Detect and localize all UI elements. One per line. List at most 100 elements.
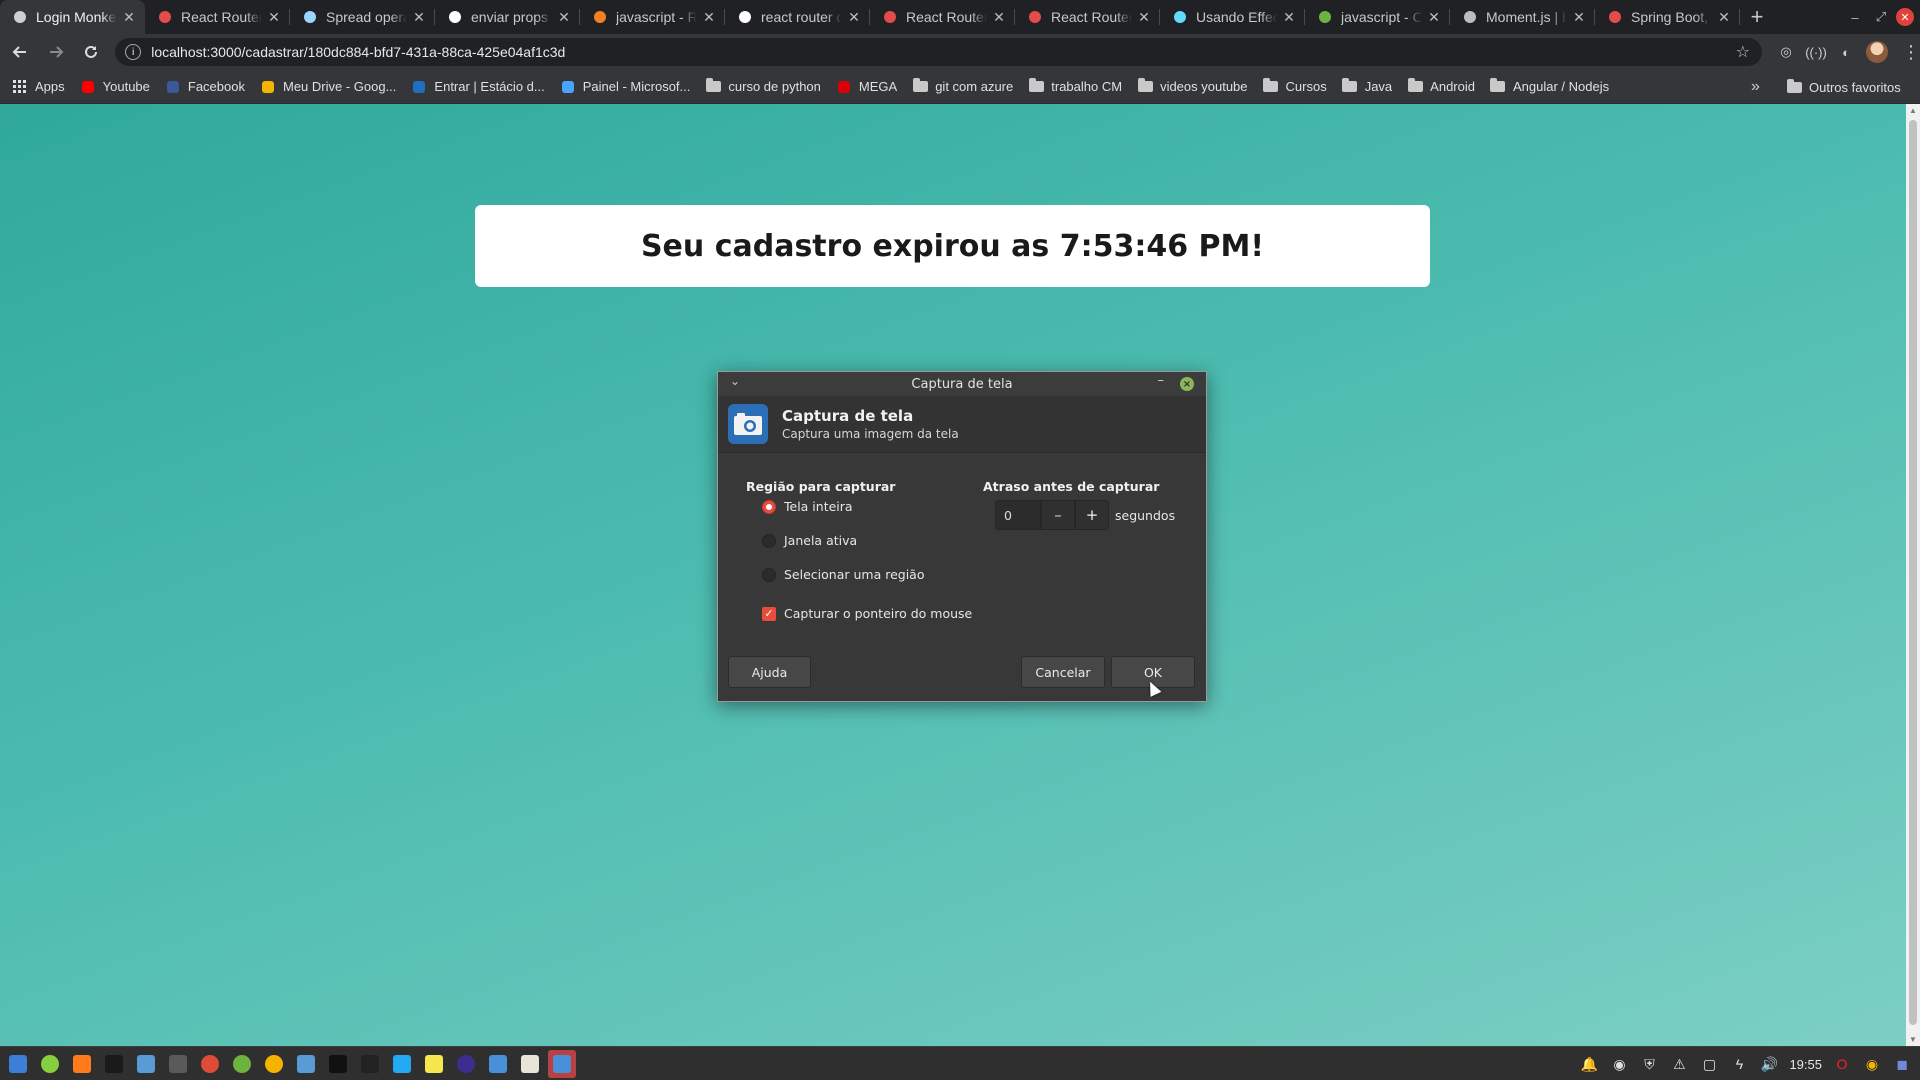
browser-tab[interactable]: Moment.js | H ✕ [1450,0,1595,34]
firefox-icon[interactable] [68,1050,96,1078]
browser-tab[interactable]: React Router ✕ [1015,0,1160,34]
info-icon[interactable]: i [125,44,142,60]
browser-tab[interactable]: Spread opera ✕ [290,0,435,34]
browser-tab[interactable]: Login Monkey ✕ [0,0,145,34]
close-tab-icon[interactable]: ✕ [556,9,572,25]
close-tab-icon[interactable]: ✕ [1281,9,1297,25]
bookmark-item[interactable]: curso de python [705,78,821,95]
chrome-tray-icon[interactable]: ◉ [1862,1054,1882,1074]
warning-icon[interactable]: ⚠ [1669,1054,1689,1074]
bookmark-item[interactable]: Apps [12,79,65,95]
files-icon[interactable] [132,1050,160,1078]
chrome-icon[interactable] [260,1050,288,1078]
decrement-button[interactable]: – [1041,500,1075,530]
browser-tab[interactable]: react router d ✕ [725,0,870,34]
volume-icon[interactable]: 🔊 [1759,1054,1779,1074]
bookmark-item[interactable]: videos youtube [1137,78,1248,95]
profile-avatar[interactable] [1866,41,1889,63]
radio-select-region[interactable]: Selecionar uma região [762,567,924,582]
close-tab-icon[interactable]: ✕ [701,9,717,25]
folder-icon[interactable] [292,1050,320,1078]
network-icon[interactable]: ▢ [1699,1054,1719,1074]
cancel-button[interactable]: Cancelar [1021,656,1105,688]
restore-window-icon[interactable]: ⤢ [1870,6,1892,28]
bookmark-item[interactable]: Android [1407,78,1475,95]
show-desktop-icon[interactable] [4,1050,32,1078]
calculator-icon[interactable] [164,1050,192,1078]
text-editor-icon[interactable] [516,1050,544,1078]
browser-tab[interactable]: javascript - Re ✕ [580,0,725,34]
terminal-icon[interactable] [324,1050,352,1078]
radio-button[interactable] [762,533,776,548]
radio-button[interactable] [762,567,776,582]
chrome-icon[interactable] [196,1050,224,1078]
close-tab-icon[interactable]: ✕ [1426,9,1442,25]
close-tab-icon[interactable]: ✕ [1136,9,1152,25]
bookmark-item[interactable]: Meu Drive - Goog... [260,79,396,95]
new-tab-button[interactable]: + [1740,0,1774,34]
capture-pointer-checkbox[interactable]: ✓ Capturar o ponteiro do mouse [762,606,972,621]
other-bookmarks[interactable]: Outros favoritos [1786,70,1901,104]
vscode-icon[interactable] [388,1050,416,1078]
dialog-titlebar[interactable]: ⌄ Captura de tela – × [718,372,1206,396]
minimize-window-icon[interactable]: – [1844,6,1866,28]
extension-signal-icon[interactable]: ((·)) [1805,42,1827,62]
opera-icon[interactable]: O [1832,1054,1852,1074]
notifications-icon[interactable]: 🔔 [1579,1054,1599,1074]
page-scrollbar[interactable]: ▲ ▼ [1906,104,1920,1046]
close-tab-icon[interactable]: ✕ [266,9,282,25]
power-icon[interactable]: ϟ [1729,1054,1749,1074]
back-button[interactable] [4,36,36,68]
address-bar[interactable]: i localhost:3000/cadastrar/180dc884-bfd7… [115,38,1763,66]
close-tab-icon[interactable]: ✕ [1571,9,1587,25]
checkmark-icon[interactable]: ✓ [762,606,776,621]
discord-tray-icon[interactable]: ◉ [1609,1054,1629,1074]
close-tab-icon[interactable]: ✕ [121,9,137,25]
close-button[interactable]: × [1180,377,1194,391]
minimize-button[interactable]: – [1158,373,1165,388]
bookmark-item[interactable]: Cursos [1263,78,1327,95]
bookmark-item[interactable]: git com azure [912,78,1013,95]
browser-tab[interactable]: React Router ✕ [145,0,290,34]
shield-icon[interactable]: ⛨ [1639,1054,1659,1074]
window-menu-icon[interactable]: ⌄ [730,374,740,388]
forward-button[interactable] [40,36,72,68]
mint-menu-icon[interactable] [36,1050,64,1078]
bookmark-item[interactable]: trabalho CM [1028,78,1122,95]
delay-input[interactable]: 0 [995,500,1041,530]
close-tab-icon[interactable]: ✕ [846,9,862,25]
clock[interactable]: 19:55 [1789,1057,1822,1072]
reload-button[interactable] [76,36,108,68]
leaf-icon[interactable] [228,1050,256,1078]
terminal-icon[interactable] [356,1050,384,1078]
increment-button[interactable]: + [1075,500,1109,530]
sticky-notes-icon[interactable] [420,1050,448,1078]
eclipse-icon[interactable] [452,1050,480,1078]
more-bookmarks-icon[interactable]: » [1751,78,1760,96]
browser-tab[interactable]: Spring Boot, I ✕ [1595,0,1740,34]
bookmark-item[interactable]: Java [1342,78,1392,95]
close-tab-icon[interactable]: ✕ [1716,9,1732,25]
scroll-up-icon[interactable]: ▲ [1909,106,1917,115]
extension-target-icon[interactable]: ◎ [1776,42,1796,62]
browser-tab[interactable]: React Router ✕ [870,0,1015,34]
extension-compass-icon[interactable]: ◐ [1836,42,1856,62]
bookmark-item[interactable]: Angular / Nodejs [1490,78,1609,95]
bookmark-item[interactable]: Entrar | Estácio d... [411,79,545,95]
bookmark-star-icon[interactable]: ☆ [1736,42,1750,62]
browser-tab[interactable]: javascript - Co ✕ [1305,0,1450,34]
close-tab-icon[interactable]: ✕ [991,9,1007,25]
bookmark-item[interactable]: Youtube [80,79,150,95]
radio-active-window[interactable]: Janela ativa [762,533,857,548]
browser-tab[interactable]: Usando Effec ✕ [1160,0,1305,34]
file-manager-icon[interactable] [484,1050,512,1078]
browser-tab[interactable]: enviar props ✕ [435,0,580,34]
terminal-icon[interactable] [100,1050,128,1078]
bookmark-item[interactable]: MEGA [836,79,897,95]
scroll-down-icon[interactable]: ▼ [1909,1035,1917,1044]
bookmark-item[interactable]: Facebook [165,79,245,95]
discord-icon[interactable]: ◼ [1892,1054,1912,1074]
radio-button[interactable] [762,499,776,514]
help-button[interactable]: Ajuda [728,656,811,688]
screenshot-icon[interactable] [548,1049,576,1078]
